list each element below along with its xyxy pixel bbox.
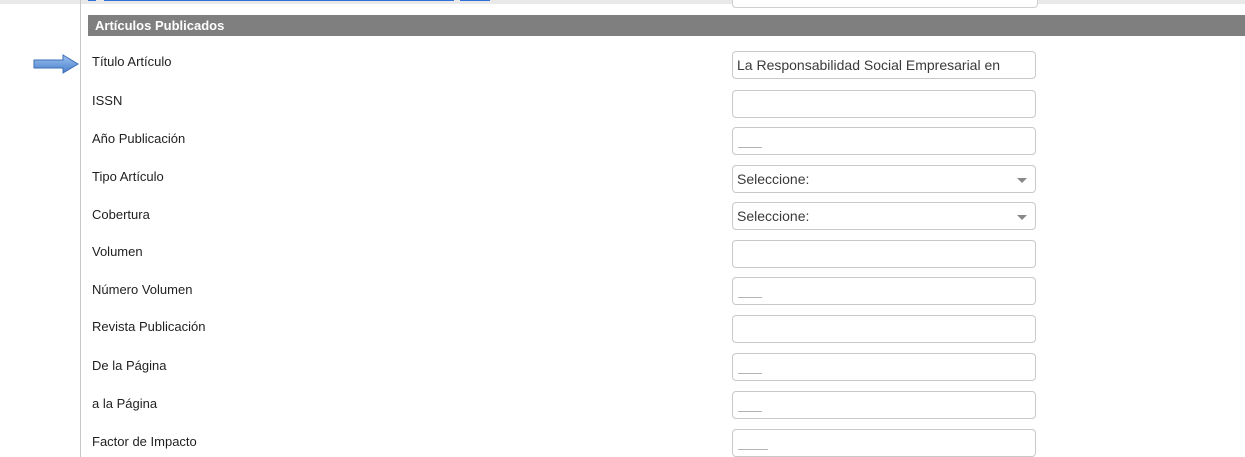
cobertura-label: Cobertura bbox=[92, 207, 150, 222]
volumen-input[interactable] bbox=[732, 240, 1036, 268]
input-mask-placeholder bbox=[738, 449, 768, 450]
issn-input[interactable] bbox=[732, 90, 1036, 118]
tipo-articulo-label: Tipo Artículo bbox=[92, 169, 164, 184]
tipo-articulo-select[interactable]: Seleccione: bbox=[732, 165, 1036, 193]
anio-publicacion-input[interactable] bbox=[732, 127, 1036, 155]
input-mask-placeholder bbox=[738, 411, 762, 412]
numero-volumen-input[interactable] bbox=[732, 277, 1036, 305]
titulo-articulo-label: Título Artículo bbox=[92, 54, 172, 69]
input-mask-placeholder bbox=[738, 373, 762, 374]
a-la-pagina-label: a la Página bbox=[92, 396, 158, 411]
chevron-down-icon bbox=[1017, 178, 1027, 183]
numero-volumen-label: Número Volumen bbox=[92, 282, 193, 297]
arrow-right-icon bbox=[33, 54, 79, 74]
chevron-down-icon bbox=[1017, 215, 1027, 220]
issn-label: ISSN bbox=[92, 93, 123, 108]
cobertura-select[interactable]: Seleccione: bbox=[732, 202, 1036, 230]
cropped-input-field[interactable] bbox=[732, 0, 1038, 8]
volumen-label: Volumen bbox=[92, 244, 143, 259]
section-header: Artículos Publicados bbox=[88, 15, 1245, 36]
factor-impacto-input[interactable] bbox=[732, 429, 1036, 457]
factor-impacto-label: Factor de Impacto bbox=[92, 434, 197, 449]
de-la-pagina-label: De la Página bbox=[92, 358, 167, 373]
input-mask-placeholder bbox=[738, 297, 762, 298]
input-mask-placeholder bbox=[738, 147, 762, 148]
revista-publicacion-input[interactable] bbox=[732, 315, 1036, 343]
titulo-articulo-input[interactable]: La Responsabilidad Social Empresarial en bbox=[732, 51, 1036, 79]
a-la-pagina-input[interactable] bbox=[732, 391, 1036, 419]
left-border-line bbox=[80, 0, 81, 457]
anio-publicacion-label: Año Publicación bbox=[92, 131, 186, 146]
de-la-pagina-input[interactable] bbox=[732, 353, 1036, 381]
revista-publicacion-label: Revista Publicación bbox=[92, 319, 206, 334]
cropped-link-text[interactable] bbox=[88, 0, 508, 4]
tipo-articulo-selected-value: Seleccione: bbox=[737, 171, 810, 187]
cobertura-selected-value: Seleccione: bbox=[737, 208, 810, 224]
